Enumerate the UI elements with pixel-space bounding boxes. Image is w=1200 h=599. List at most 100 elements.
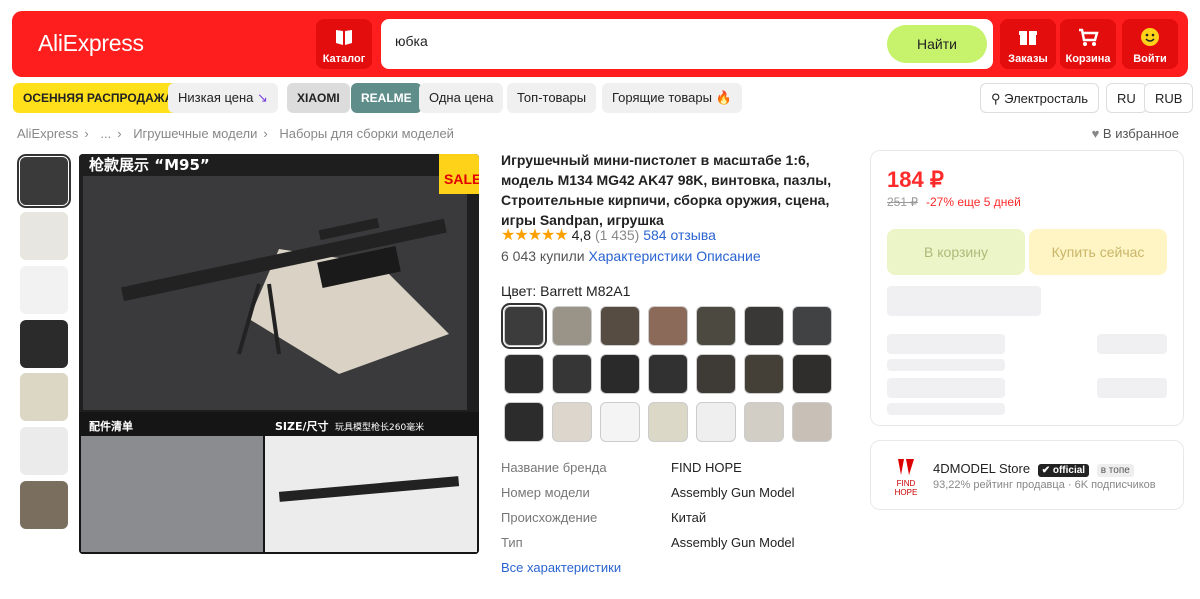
region-selector[interactable]: ⚲ Электросталь	[980, 83, 1100, 113]
rating-count: (1 435)	[594, 227, 640, 243]
chevron-right-icon: ›	[263, 126, 268, 141]
orders-button[interactable]: Заказы	[1000, 19, 1056, 69]
color-swatch[interactable]	[600, 306, 640, 346]
color-swatch[interactable]	[696, 402, 736, 442]
characteristics-link[interactable]: Характеристики	[589, 248, 693, 264]
add-to-cart-button[interactable]: В корзину	[887, 229, 1025, 275]
pill-one-price[interactable]: Одна цена	[419, 83, 504, 113]
color-swatch[interactable]	[501, 303, 547, 349]
official-badge: ✔ official	[1037, 464, 1090, 477]
pill-low-price[interactable]: Низкая цена ↘	[168, 83, 278, 113]
color-swatch[interactable]	[504, 402, 544, 442]
pill-autumn-sale[interactable]: ОСЕННЯЯ РАСПРОДАЖА	[13, 83, 184, 113]
color-swatch[interactable]	[600, 354, 640, 394]
color-swatch[interactable]	[552, 354, 592, 394]
loading-placeholder	[887, 286, 1041, 316]
pill-hot-products[interactable]: Горящие товары 🔥	[602, 83, 742, 113]
store-card[interactable]: FIND HOPE 4DMODEL Store ✔ official в топ…	[870, 440, 1184, 510]
color-swatch[interactable]	[600, 402, 640, 442]
breadcrumb-item[interactable]: Игрушечные модели	[133, 126, 257, 141]
store-name[interactable]: 4DMODEL Store	[933, 461, 1030, 476]
loading-placeholder	[887, 359, 1005, 371]
image-caption: 配件清单	[89, 419, 133, 433]
fire-icon: 🔥	[715, 90, 732, 105]
chevron-right-icon: ›	[84, 126, 89, 141]
catalog-label: Каталог	[322, 53, 366, 65]
loading-placeholder	[887, 403, 1005, 415]
chevron-right-icon: ›	[117, 126, 122, 141]
catalog-button[interactable]: Каталог	[316, 19, 372, 69]
color-swatch[interactable]	[648, 402, 688, 442]
main-product-image[interactable]: SALE 枪款展示 “M95” 配件清单 SIZE/尺寸 玩具模型枪长260毫米	[79, 154, 479, 554]
gallery-thumb[interactable]	[20, 320, 68, 368]
gallery-thumb[interactable]	[20, 266, 68, 314]
rating-value: 4,8	[571, 227, 592, 243]
pill-realme[interactable]: REALME	[351, 83, 422, 113]
official-badge-label: official	[1052, 465, 1086, 476]
color-swatch[interactable]	[696, 306, 736, 346]
color-swatch[interactable]	[744, 402, 784, 442]
color-swatch[interactable]	[648, 354, 688, 394]
old-price: 251 ₽	[887, 195, 918, 209]
color-swatch[interactable]	[648, 306, 688, 346]
pill-xiaomi[interactable]: XIAOMI	[287, 83, 350, 113]
gallery-thumb[interactable]	[20, 481, 68, 529]
currency-selector[interactable]: RUB	[1144, 83, 1194, 113]
gallery-thumb[interactable]	[20, 212, 68, 260]
property-row: Номер модели Assembly Gun Model	[501, 485, 795, 510]
aliexpress-logo[interactable]: AliExpress	[38, 30, 144, 57]
property-key: Происхождение	[501, 510, 598, 525]
gallery-thumb[interactable]	[17, 154, 71, 208]
breadcrumb-item[interactable]: ...	[100, 126, 111, 141]
property-value: FIND HOPE	[671, 460, 742, 475]
gallery-thumb[interactable]	[20, 373, 68, 421]
search-button[interactable]: Найти	[887, 25, 987, 63]
all-characteristics-link[interactable]: Все характеристики	[501, 560, 621, 575]
loading-placeholder	[887, 334, 1005, 354]
search-input[interactable]	[395, 33, 865, 49]
color-swatch[interactable]	[792, 306, 832, 346]
image-caption: 枪款展示 “M95”	[89, 156, 210, 174]
breadcrumb-item[interactable]: AliExpress	[17, 126, 78, 141]
region-city: Электросталь	[1004, 91, 1089, 106]
color-swatch[interactable]	[792, 354, 832, 394]
property-key: Тип	[501, 535, 523, 550]
property-row: Тип Assembly Gun Model	[501, 535, 795, 560]
favorites-label: В избранное	[1102, 126, 1179, 141]
loading-placeholder	[887, 378, 1005, 398]
reviews-link[interactable]: 584 отзыва	[643, 227, 716, 243]
gift-box-icon	[1000, 26, 1056, 50]
breadcrumb-item[interactable]: Наборы для сборки моделей	[279, 126, 454, 141]
cart-icon	[1060, 26, 1116, 50]
trend-down-icon: ↘	[257, 90, 268, 105]
cart-button[interactable]: Корзина	[1060, 19, 1116, 69]
color-swatch[interactable]	[792, 402, 832, 442]
color-swatch[interactable]	[552, 402, 592, 442]
star-rating-icon: ★★★★★	[501, 227, 569, 244]
description-link[interactable]: Описание	[696, 248, 760, 264]
store-name-row: 4DMODEL Store ✔ official в топе	[933, 461, 1134, 477]
color-swatch[interactable]	[504, 354, 544, 394]
color-swatch[interactable]	[744, 354, 784, 394]
discount-label: -27% еще 5 дней	[926, 195, 1021, 209]
color-swatch[interactable]	[552, 306, 592, 346]
loading-placeholder	[1097, 378, 1167, 398]
pill-top-products[interactable]: Топ-товары	[507, 83, 597, 113]
gallery-thumb[interactable]	[20, 427, 68, 475]
login-button[interactable]: Войти	[1122, 19, 1178, 69]
top-badge: в топе	[1096, 464, 1134, 477]
language-selector[interactable]: RU	[1106, 83, 1147, 113]
add-to-favorites[interactable]: ♥ В избранное	[1092, 126, 1179, 141]
sold-count: 6 043 купили	[501, 248, 585, 264]
buy-now-button[interactable]: Купить сейчас	[1029, 229, 1167, 275]
heart-icon: ♥	[1091, 126, 1100, 141]
book-icon	[316, 26, 372, 50]
color-swatch[interactable]	[744, 306, 784, 346]
color-swatch[interactable]	[696, 354, 736, 394]
search-bar: Найти	[381, 19, 993, 69]
store-info: 93,22% рейтинг продавца · 6K подписчиков	[933, 479, 1156, 491]
color-label: Цвет: Barrett M82A1	[501, 283, 631, 299]
pill-hot-products-label: Горящие товары	[612, 90, 712, 105]
image-caption: 玩具模型枪长260毫米	[335, 421, 424, 433]
login-label: Войти	[1133, 53, 1167, 65]
